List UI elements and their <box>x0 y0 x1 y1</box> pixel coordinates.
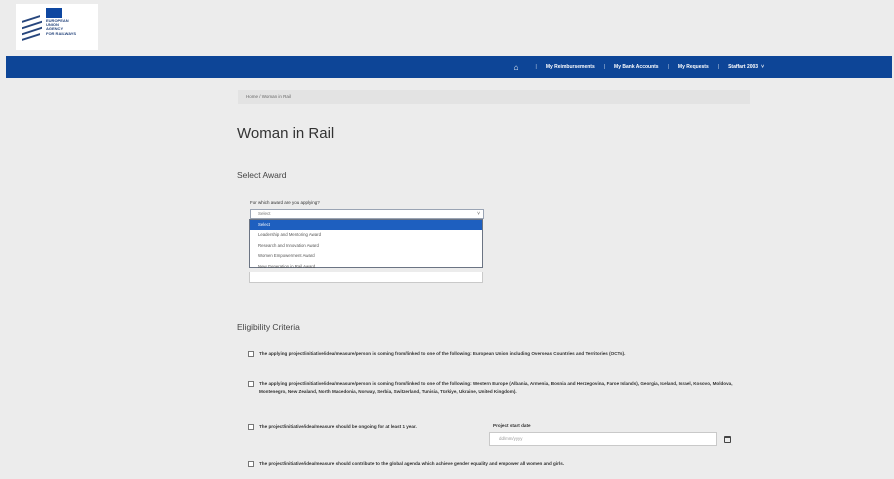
eu-flag-icon <box>46 8 62 18</box>
nav-my-requests[interactable]: My Requests <box>678 64 709 70</box>
award-field-box[interactable] <box>249 272 483 283</box>
criterion-checkbox[interactable] <box>248 424 254 430</box>
nav-separator: | <box>603 64 606 70</box>
criterion-checkbox[interactable] <box>248 351 254 357</box>
criterion-checkbox[interactable] <box>248 381 254 387</box>
chevron-down-icon: ˅ <box>477 211 480 217</box>
criterion-checkbox[interactable] <box>248 461 254 467</box>
award-option[interactable]: Women Empowerment Award <box>250 251 482 261</box>
home-icon[interactable]: ⌂ <box>514 63 519 72</box>
award-select-value: Select <box>258 211 271 216</box>
nav-separator: | <box>535 64 537 70</box>
select-award-heading: Select Award <box>237 170 287 180</box>
award-option[interactable]: New Generation in Rail Award <box>250 262 482 272</box>
top-bar: EUROPEAN UNION AGENCY FOR RAILWAYS <box>6 0 894 56</box>
award-dropdown-list: Select Leadership and Mentoring Award Re… <box>249 219 483 269</box>
nav-separator: | <box>717 64 720 70</box>
nav-user-menu[interactable]: Staffart 2003 <box>728 64 758 70</box>
calendar-icon[interactable] <box>724 436 731 443</box>
criterion-text: The project/initiative/idea/measure shou… <box>259 424 417 429</box>
chevron-down-icon[interactable]: ˅ <box>761 64 764 70</box>
award-option[interactable]: Research and Innovation Award <box>250 241 482 251</box>
award-question-label: For which award are you applying? <box>250 200 320 205</box>
nav-my-reimbursements[interactable]: My Reimbursements <box>546 64 595 70</box>
award-option[interactable]: Leadership and Mentoring Award <box>250 230 482 240</box>
award-select[interactable]: Select ˅ <box>250 209 484 219</box>
eligibility-heading: Eligibility Criteria <box>237 322 300 332</box>
page-title: Woman in Rail <box>237 125 335 142</box>
project-start-date-input[interactable]: dd/mm/yyyy <box>489 432 717 446</box>
award-option[interactable]: Select <box>250 220 482 231</box>
main-navbar: ⌂ | My Reimbursements | My Bank Accounts… <box>6 56 892 78</box>
breadcrumb[interactable]: Home / Woman in Rail <box>238 90 750 104</box>
criterion-text: The project/initiative/idea/measure shou… <box>259 461 565 466</box>
logo-text: EUROPEAN UNION AGENCY FOR RAILWAYS <box>46 18 77 36</box>
criterion-text: The applying project/initiative/idea/mea… <box>259 381 733 394</box>
project-start-date-label: Project start date <box>493 423 531 428</box>
criterion-text: The applying project/initiative/idea/mea… <box>259 351 626 356</box>
eu-agency-logo[interactable]: EUROPEAN UNION AGENCY FOR RAILWAYS <box>16 4 98 50</box>
nav-separator: | <box>667 64 669 70</box>
nav-my-bank-accounts[interactable]: My Bank Accounts <box>614 64 659 70</box>
